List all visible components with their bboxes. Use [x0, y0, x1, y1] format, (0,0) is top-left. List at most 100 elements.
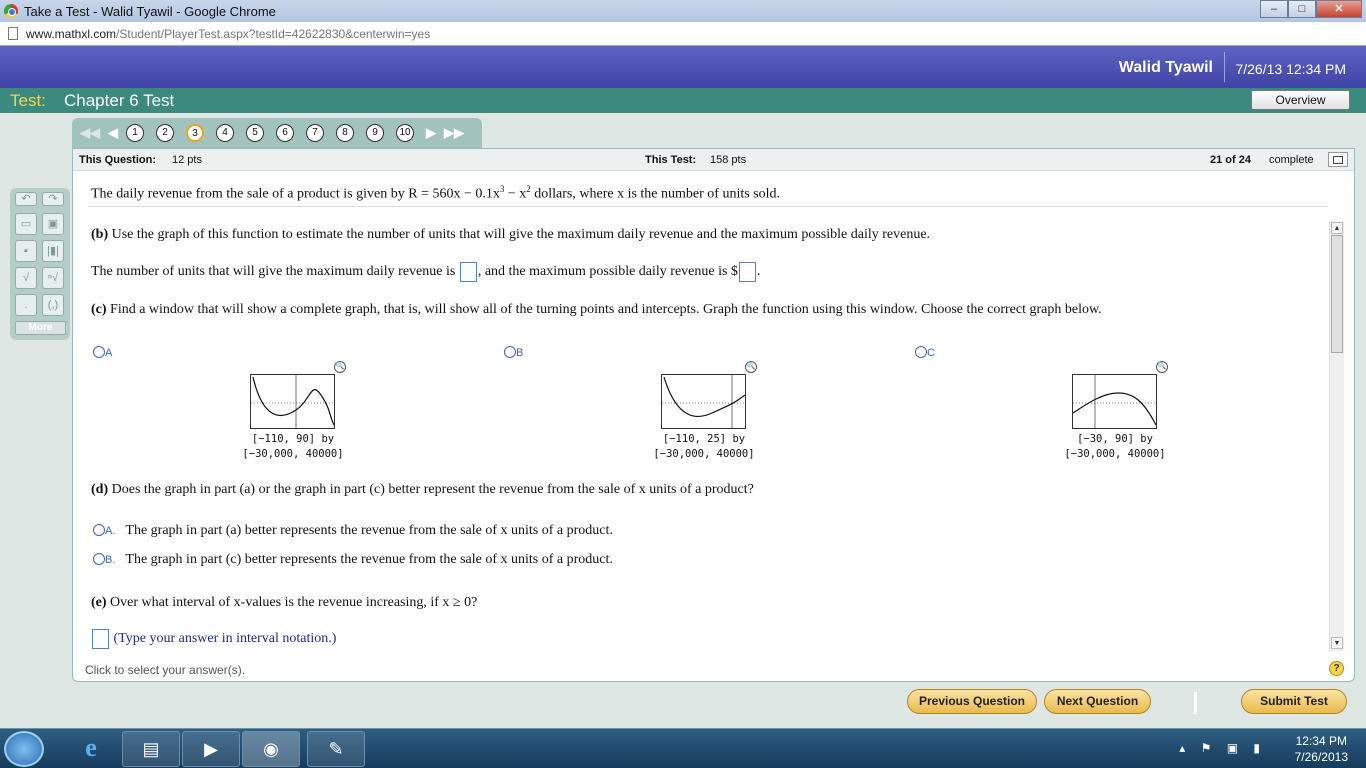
close-button[interactable]: ✕ [1316, 0, 1362, 18]
graph-option-a[interactable]: A [93, 343, 112, 361]
question-status-bar: This Question: 12 pts This Test: 158 pts… [73, 149, 1354, 171]
test-title-bar: Test: Chapter 6 Test Overview [0, 88, 1366, 113]
part-d-option-a[interactable]: A. The graph in part (a) better represent… [93, 521, 613, 539]
question-scrollbar[interactable]: ▲ ▼ [1329, 221, 1344, 651]
windows-taskbar: e ▤ ▶ ◉ ✎ ▴ ⚑ ▣ ▮ 12:34 PM 7/26/2013 [0, 728, 1366, 768]
magnify-icon[interactable]: 🔍 [745, 361, 757, 373]
system-tray-icons[interactable]: ▴ ⚑ ▣ ▮ [1179, 741, 1266, 755]
question-link[interactable]: 4 [216, 124, 234, 142]
taskbar-clock[interactable]: 12:34 PM 7/26/2013 [1295, 733, 1348, 765]
mixed-number-icon[interactable]: ▣ [42, 213, 64, 235]
overview-button[interactable]: Overview [1251, 90, 1350, 110]
prev-question-icon[interactable]: ◀ [108, 125, 118, 141]
question-link[interactable]: 2 [156, 124, 174, 142]
chrome-logo-icon [4, 4, 18, 18]
maximize-button[interactable]: □ [1288, 0, 1316, 18]
footer-hint: Click to select your answer(s). [85, 663, 246, 677]
part-d-option-b[interactable]: B. The graph in part (c) better represent… [93, 550, 613, 568]
magnify-icon[interactable]: 🔍 [334, 361, 346, 373]
exponent-icon[interactable]: ▪ [15, 240, 37, 262]
question-link[interactable]: 10 [396, 124, 414, 142]
more-tools-button[interactable]: More [15, 321, 66, 335]
radio-button[interactable] [93, 523, 105, 536]
interval-icon[interactable]: (,) [42, 294, 64, 316]
window-controls: ‒ □ ✕ [1260, 0, 1362, 18]
chrome-taskbar-icon[interactable]: ◉ [242, 731, 300, 767]
this-test-points: 158 pts [710, 154, 747, 166]
part-e-question: (e) Over what interval of x-values is th… [91, 595, 478, 610]
this-question-label: This Question: [79, 154, 156, 166]
revenue-answer-input[interactable] [738, 262, 756, 282]
question-link-current[interactable]: 3 [186, 124, 204, 142]
radio-button[interactable] [93, 552, 105, 565]
graph-option-b[interactable]: B [504, 343, 523, 361]
graph-a [250, 374, 335, 429]
scroll-up-icon[interactable]: ▲ [1331, 222, 1343, 234]
paint-icon[interactable]: ✎ [307, 731, 365, 767]
scroll-thumb[interactable] [1331, 235, 1343, 353]
test-name: Chapter 6 Test [64, 91, 175, 110]
interval-answer-input[interactable] [92, 629, 109, 649]
help-icon[interactable]: ? [1329, 661, 1344, 676]
url-text[interactable]: www.mathxl.com/Student/PlayerTest.aspx?t… [26, 27, 430, 41]
square-root-icon[interactable]: √ [15, 267, 37, 289]
question-link[interactable]: 1 [126, 124, 144, 142]
question-link[interactable]: 6 [276, 124, 294, 142]
browser-title-bar: Take a Test - Walid Tyawil - Google Chro… [0, 0, 1366, 22]
previous-question-button[interactable]: Previous Question [907, 689, 1037, 714]
media-player-icon[interactable]: ▶ [182, 731, 240, 767]
last-question-icon[interactable]: ▶▶ [444, 125, 464, 141]
graph-c [1072, 374, 1157, 429]
part-b-answer-line: The number of units that will give the m… [91, 262, 760, 282]
part-e-answer-line: (Type your answer in interval notation.) [91, 629, 336, 649]
question-intro: The daily revenue from the sale of a pro… [91, 184, 781, 202]
window-title: Take a Test - Walid Tyawil - Google Chro… [24, 3, 276, 19]
question-link[interactable]: 9 [366, 124, 384, 142]
header-datetime: 7/26/13 12:34 PM [1235, 61, 1346, 77]
redo-icon[interactable]: ↷ [42, 192, 64, 206]
decimal-icon[interactable]: . [15, 294, 37, 316]
file-explorer-icon[interactable]: ▤ [122, 731, 180, 767]
header-bar: Walid Tyawil 7/26/13 12:34 PM [0, 46, 1366, 88]
question-link[interactable]: 7 [306, 124, 324, 142]
absolute-value-icon[interactable]: |▮| [42, 240, 64, 262]
nth-root-icon[interactable]: ⁿ√ [42, 267, 64, 289]
graph-a-curve [251, 375, 335, 428]
minimize-button[interactable]: ‒ [1260, 0, 1288, 18]
internet-explorer-icon[interactable]: e [62, 731, 120, 767]
next-question-button[interactable]: Next Question [1044, 689, 1151, 714]
units-answer-input[interactable] [459, 262, 477, 282]
expand-icon[interactable] [1328, 152, 1348, 167]
first-question-icon[interactable]: ◀◀ [80, 125, 100, 141]
question-link[interactable]: 8 [336, 124, 354, 142]
start-button[interactable] [4, 731, 44, 767]
graph-c-curve [1072, 375, 1157, 428]
magnify-icon[interactable]: 🔍 [1156, 361, 1168, 373]
radio-button[interactable] [93, 345, 105, 358]
fraction-icon[interactable]: ▭ [15, 213, 37, 235]
page-icon [8, 27, 18, 40]
math-tools-palette: ↶ ↷ ▭ ▣ ▪ |▮| √ ⁿ√ . (,) More [10, 188, 70, 340]
header-divider [1224, 52, 1225, 82]
graph-a-window: [−110, 90] by [−30,000, 40000] [242, 433, 344, 460]
part-c-question: (c) Find a window that will show a compl… [91, 302, 1102, 317]
graph-option-c[interactable]: C [915, 343, 935, 361]
button-divider [1194, 692, 1197, 714]
divider [88, 206, 1328, 207]
progress-count: 21 of 24 [1210, 154, 1251, 166]
scroll-down-icon[interactable]: ▼ [1331, 637, 1343, 649]
graph-b-window: [−110, 25] by [−30,000, 40000] [653, 433, 755, 460]
graph-c-window: [−30, 90] by [−30,000, 40000] [1064, 433, 1166, 460]
undo-icon[interactable]: ↶ [15, 192, 37, 206]
next-question-icon[interactable]: ▶ [426, 125, 436, 141]
submit-test-button[interactable]: Submit Test [1241, 689, 1347, 714]
radio-button[interactable] [504, 345, 516, 358]
radio-button[interactable] [915, 345, 927, 358]
test-label: Test: [10, 91, 46, 110]
question-navigator: ◀◀ ◀ 1 2 3 4 5 6 7 8 9 10 ▶ ▶▶ [72, 118, 482, 148]
graph-b [661, 374, 746, 429]
this-test-label: This Test: [645, 154, 697, 166]
address-bar[interactable]: www.mathxl.com/Student/PlayerTest.aspx?t… [0, 22, 1366, 46]
user-name: Walid Tyawil [1118, 59, 1213, 76]
question-link[interactable]: 5 [246, 124, 264, 142]
